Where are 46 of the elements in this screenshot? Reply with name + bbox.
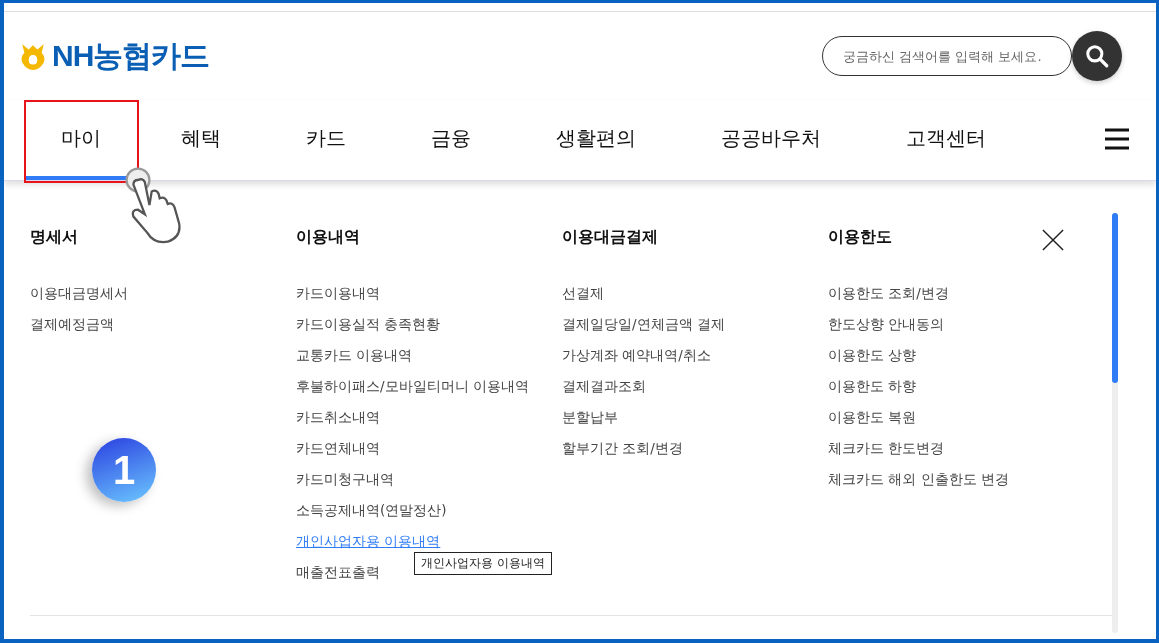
menu-link[interactable]: 교통카드 이용내역: [296, 340, 413, 371]
nav-tab[interactable]: 카드: [263, 100, 388, 180]
menu-heading: 이용대금결제: [562, 227, 658, 248]
logo-icon: [20, 42, 46, 70]
close-icon[interactable]: [1042, 229, 1064, 251]
nav-tab[interactable]: 금융: [388, 100, 513, 180]
menu-heading: 이용내역: [296, 227, 360, 248]
menu-link[interactable]: 개인사업자용 이용내역: [296, 528, 441, 554]
menu-link[interactable]: 할부기간 조회/변경: [562, 433, 683, 464]
menu-link[interactable]: 이용대금명세서: [30, 278, 128, 309]
menu-link[interactable]: 결제결과조회: [562, 371, 646, 402]
nav-tab[interactable]: 공공바우처: [678, 100, 863, 180]
menu-link[interactable]: 선결제: [562, 278, 604, 309]
tooltip: 개인사업자용 이용내역: [414, 552, 552, 575]
menu-link[interactable]: 이용한도 상향: [828, 340, 917, 371]
menu-link[interactable]: 카드미청구내역: [296, 464, 394, 495]
menu-link[interactable]: 카드연체내역: [296, 433, 380, 464]
menu-link[interactable]: 후불하이패스/모바일티머니 이용내역: [296, 371, 529, 402]
menu-link[interactable]: 이용한도 조회/변경: [828, 278, 949, 309]
menu-link[interactable]: 가상계좌 예약내역/취소: [562, 340, 711, 371]
menu-link[interactable]: 체크카드 해외 인출한도 변경: [828, 464, 1009, 495]
menu-link[interactable]: 결제일당일/연체금액 결제: [562, 309, 725, 340]
menu-link[interactable]: 매출전표출력: [296, 557, 380, 588]
menu-heading: 이용한도: [828, 227, 892, 248]
nav-tab[interactable]: 고객센터: [863, 100, 1028, 180]
menu-link[interactable]: 결제예정금액: [30, 309, 114, 340]
menu-link[interactable]: 한도상향 안내동의: [828, 309, 945, 340]
step-badge: 1: [92, 438, 156, 502]
menu-link[interactable]: 이용한도 하향: [828, 371, 917, 402]
nav-tab[interactable]: 생활편의: [513, 100, 678, 180]
menu-link[interactable]: 카드이용내역: [296, 278, 380, 309]
nav-tab[interactable]: 혜택: [138, 100, 263, 180]
menu-link[interactable]: 카드이용실적 충족현황: [296, 309, 441, 340]
menu-link[interactable]: 체크카드 한도변경: [828, 433, 945, 464]
menu-link[interactable]: 카드취소내역: [296, 402, 380, 433]
menu-icon[interactable]: [1104, 128, 1130, 150]
scrollbar-thumb[interactable]: [1112, 213, 1118, 383]
menu-link[interactable]: 분할납부: [562, 402, 618, 433]
search-icon: [1084, 43, 1110, 69]
search-button[interactable]: [1072, 31, 1122, 81]
scrollbar[interactable]: [1112, 213, 1118, 633]
logo-text[interactable]: NH농협카드: [52, 35, 210, 77]
search-field[interactable]: 궁금하신 검색어를 입력해 보세요.: [822, 36, 1072, 76]
menu-link[interactable]: 이용한도 복원: [828, 402, 917, 433]
menu-heading: 명세서: [30, 227, 78, 248]
menu-link[interactable]: 소득공제내역(연말정산): [296, 495, 447, 526]
